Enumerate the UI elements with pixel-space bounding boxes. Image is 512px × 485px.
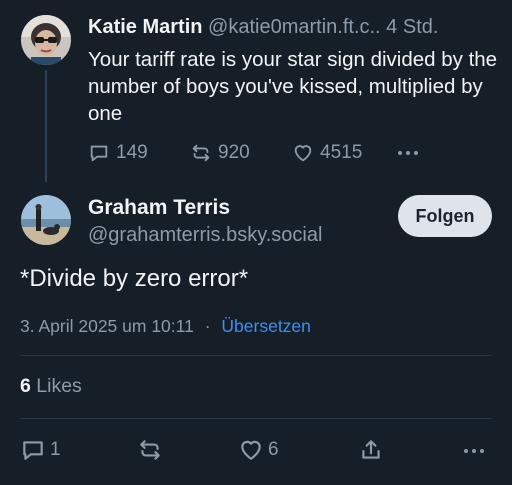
likes-summary-count: 6 bbox=[20, 375, 31, 397]
main-author-name[interactable]: Graham Terris bbox=[88, 196, 230, 220]
main-author-avatar[interactable] bbox=[21, 195, 71, 245]
post-date: 3. April 2025 um 10:11 bbox=[20, 316, 194, 336]
parent-author-handle[interactable]: @katie0martin.ft.c.. bbox=[208, 16, 381, 38]
like-button[interactable]: 6 bbox=[238, 437, 279, 463]
reply-icon bbox=[23, 441, 43, 460]
main-post-actions: 1 6 bbox=[20, 437, 492, 465]
share-icon bbox=[362, 440, 380, 459]
parent-author-name[interactable]: Katie Martin bbox=[88, 16, 202, 38]
parent-repost-button[interactable]: 920 bbox=[190, 142, 250, 164]
thread-connector-line bbox=[45, 70, 47, 182]
likes-summary[interactable]: 6 Likes bbox=[20, 375, 82, 398]
like-count: 6 bbox=[268, 439, 279, 460]
share-button[interactable] bbox=[358, 437, 384, 463]
reply-count: 1 bbox=[50, 439, 61, 460]
heart-icon bbox=[241, 440, 261, 460]
heart-icon bbox=[294, 145, 312, 162]
parent-post-header: Katie Martin @katie0martin.ft.c.. 4 Std. bbox=[88, 14, 496, 40]
likes-summary-label: Likes bbox=[36, 375, 82, 397]
reply-button[interactable]: 1 bbox=[20, 437, 61, 463]
repost-button[interactable] bbox=[137, 437, 163, 463]
dots-icon bbox=[398, 151, 418, 155]
meta-separator: · bbox=[204, 316, 211, 336]
avatar-image bbox=[21, 15, 71, 65]
main-author-handle[interactable]: @grahamterris.bsky.social bbox=[88, 224, 322, 247]
parent-reply-button[interactable]: 149 bbox=[88, 142, 148, 164]
more-button[interactable] bbox=[462, 446, 486, 456]
main-post-text[interactable]: *Divide by zero error* bbox=[20, 265, 248, 293]
follow-button[interactable]: Folgen bbox=[398, 195, 492, 237]
parent-more-button[interactable] bbox=[396, 148, 420, 158]
post-meta: 3. April 2025 um 10:11 · Übersetzen bbox=[20, 316, 311, 337]
parent-author-avatar[interactable] bbox=[21, 15, 71, 65]
parent-post-time[interactable]: 4 Std. bbox=[386, 16, 438, 38]
repost-icon bbox=[140, 440, 160, 460]
reply-icon bbox=[90, 145, 108, 162]
parent-like-count: 4515 bbox=[320, 142, 363, 163]
parent-repost-count: 920 bbox=[218, 142, 250, 163]
dots-icon bbox=[464, 449, 484, 453]
parent-post-text[interactable]: Your tariff rate is your star sign divid… bbox=[88, 46, 498, 127]
parent-like-button[interactable]: 4515 bbox=[292, 142, 362, 164]
repost-icon bbox=[192, 144, 210, 162]
translate-link[interactable]: Übersetzen bbox=[221, 316, 311, 336]
parent-post-actions: 149 920 4515 bbox=[88, 140, 496, 166]
parent-reply-count: 149 bbox=[116, 142, 148, 163]
divider-top bbox=[20, 355, 492, 356]
divider-bottom bbox=[20, 418, 492, 419]
avatar-image bbox=[21, 195, 71, 245]
